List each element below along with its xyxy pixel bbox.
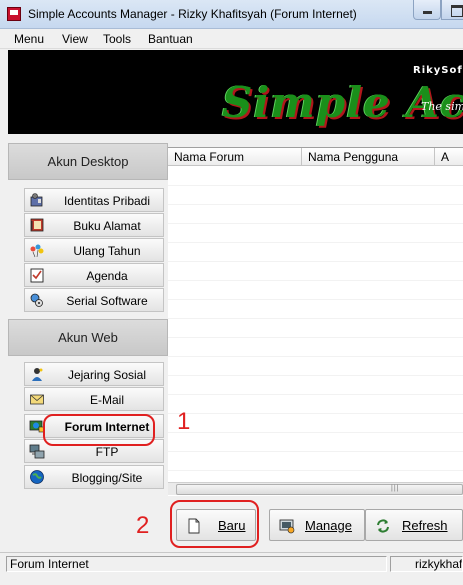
table-row[interactable] bbox=[168, 300, 463, 319]
sidebar-item-ulang-tahun[interactable]: Ulang Tahun bbox=[24, 238, 164, 262]
sidebar-item-label: Buku Alamat bbox=[73, 219, 141, 233]
scrollbar-thumb[interactable] bbox=[176, 484, 463, 495]
forum-accounts-list[interactable]: Nama Forum Nama Pengguna A bbox=[168, 147, 463, 496]
table-row[interactable] bbox=[168, 338, 463, 357]
refresh-button-label: Refresh bbox=[402, 518, 448, 533]
table-row[interactable] bbox=[168, 281, 463, 300]
sidebar-item-blogging-site[interactable]: Blogging/Site bbox=[24, 465, 164, 489]
menu-item-bantuan[interactable]: Bantuan bbox=[148, 32, 193, 46]
column-a[interactable]: A bbox=[435, 148, 463, 166]
minimize-button[interactable] bbox=[413, 0, 441, 20]
table-row[interactable] bbox=[168, 224, 463, 243]
app-icon bbox=[7, 7, 21, 21]
menu-bar: Menu View Tools Bantuan bbox=[0, 29, 463, 49]
address-book-icon bbox=[30, 218, 44, 232]
sidebar-item-label: FTP bbox=[95, 445, 119, 459]
manage-icon bbox=[279, 519, 295, 534]
birthday-icon bbox=[30, 244, 44, 258]
table-row[interactable] bbox=[168, 319, 463, 338]
section-header-desktop[interactable]: Akun Desktop bbox=[8, 143, 168, 180]
table-row[interactable] bbox=[168, 433, 463, 452]
app-window: Simple Accounts Manager - Rizky Khafitsy… bbox=[0, 0, 463, 585]
sidebar-item-jejaring-sosial[interactable]: Jejaring Sosial bbox=[24, 362, 164, 386]
sidebar-item-label: E-Mail bbox=[89, 393, 124, 407]
app-banner: Simple Accoun RikySof The simp bbox=[8, 50, 463, 134]
horizontal-scrollbar[interactable]: ||| bbox=[168, 482, 463, 495]
annotation-circle-forum bbox=[43, 414, 155, 446]
sidebar-item-label: Ulang Tahun bbox=[73, 244, 141, 258]
table-row[interactable] bbox=[168, 186, 463, 205]
refresh-button[interactable]: Refresh bbox=[365, 509, 463, 541]
table-row[interactable] bbox=[168, 243, 463, 262]
annotation-circle-new bbox=[170, 500, 259, 548]
annotation-step-1: 1 bbox=[177, 408, 191, 435]
sidebar-item-email[interactable]: E-Mail bbox=[24, 387, 164, 411]
menu-item-menu[interactable]: Menu bbox=[14, 32, 44, 46]
social-network-icon bbox=[32, 368, 43, 381]
maximize-button[interactable] bbox=[441, 0, 463, 20]
sidebar-item-serial-software[interactable]: Serial Software bbox=[24, 288, 164, 312]
menu-item-view[interactable]: View bbox=[62, 32, 88, 46]
section-header-web[interactable]: Akun Web bbox=[8, 319, 168, 356]
status-right: rizkykhaf bbox=[390, 556, 463, 572]
table-row[interactable] bbox=[168, 205, 463, 224]
globe-icon bbox=[30, 470, 44, 484]
list-header: Nama Forum Nama Pengguna A bbox=[168, 148, 463, 166]
software-key-icon bbox=[30, 293, 43, 307]
sidebar-item-label: Agenda bbox=[86, 269, 128, 283]
manage-button[interactable]: Manage bbox=[269, 509, 365, 541]
window-title: Simple Accounts Manager - Rizky Khafitsy… bbox=[28, 7, 357, 21]
table-row[interactable] bbox=[168, 414, 463, 433]
annotation-step-2: 2 bbox=[136, 512, 150, 539]
sidebar-item-agenda[interactable]: Agenda bbox=[24, 263, 164, 287]
status-left: Forum Internet bbox=[6, 556, 387, 572]
table-row[interactable] bbox=[168, 376, 463, 395]
sidebar-item-buku-alamat[interactable]: Buku Alamat bbox=[24, 213, 164, 237]
agenda-icon bbox=[30, 268, 44, 283]
scrollbar-grip-icon: ||| bbox=[391, 485, 400, 492]
table-row[interactable] bbox=[168, 357, 463, 376]
table-row[interactable] bbox=[168, 262, 463, 281]
column-nama-forum[interactable]: Nama Forum bbox=[168, 148, 302, 166]
table-row[interactable] bbox=[168, 167, 463, 186]
banner-subtitle: The simp bbox=[421, 100, 463, 113]
menu-item-tools[interactable]: Tools bbox=[103, 32, 131, 46]
banner-brand: RikySof bbox=[413, 65, 463, 76]
refresh-icon bbox=[377, 519, 389, 533]
table-row[interactable] bbox=[168, 395, 463, 414]
manage-button-label: Manage bbox=[305, 518, 352, 533]
status-bar: Forum Internet rizkykhaf bbox=[0, 552, 463, 585]
sidebar: Akun Desktop Identitas Pribadi Buku Alam… bbox=[8, 143, 168, 548]
column-nama-pengguna[interactable]: Nama Pengguna bbox=[302, 148, 435, 166]
sidebar-item-identitas-pribadi[interactable]: Identitas Pribadi bbox=[24, 188, 164, 212]
title-bar[interactable]: Simple Accounts Manager - Rizky Khafitsy… bbox=[0, 0, 463, 29]
sidebar-item-label: Identitas Pribadi bbox=[63, 194, 151, 208]
sidebar-item-label: Jejaring Sosial bbox=[67, 368, 147, 382]
sidebar-item-label: Serial Software bbox=[66, 294, 148, 308]
table-row[interactable] bbox=[168, 452, 463, 471]
ftp-icon bbox=[29, 444, 45, 459]
email-icon bbox=[30, 394, 44, 405]
id-card-icon bbox=[30, 193, 43, 207]
sidebar-item-label: Blogging/Site bbox=[71, 471, 143, 485]
